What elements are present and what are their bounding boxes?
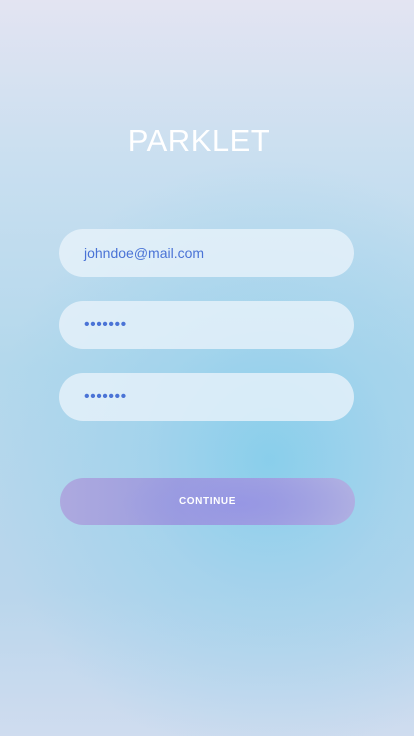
continue-button-label: CONTINUE	[178, 496, 237, 507]
password-field-value: •••••••	[84, 316, 127, 333]
app-title: PARKLET	[127, 123, 271, 158]
email-field-value: johndoe@mail.com	[84, 245, 205, 261]
password-field[interactable]: •••••••	[59, 301, 354, 349]
confirm-password-field[interactable]: •••••••	[59, 373, 354, 421]
continue-button[interactable]: CONTINUE	[60, 478, 355, 525]
email-field[interactable]: johndoe@mail.com	[59, 229, 354, 277]
confirm-password-field-value: •••••••	[84, 388, 127, 405]
